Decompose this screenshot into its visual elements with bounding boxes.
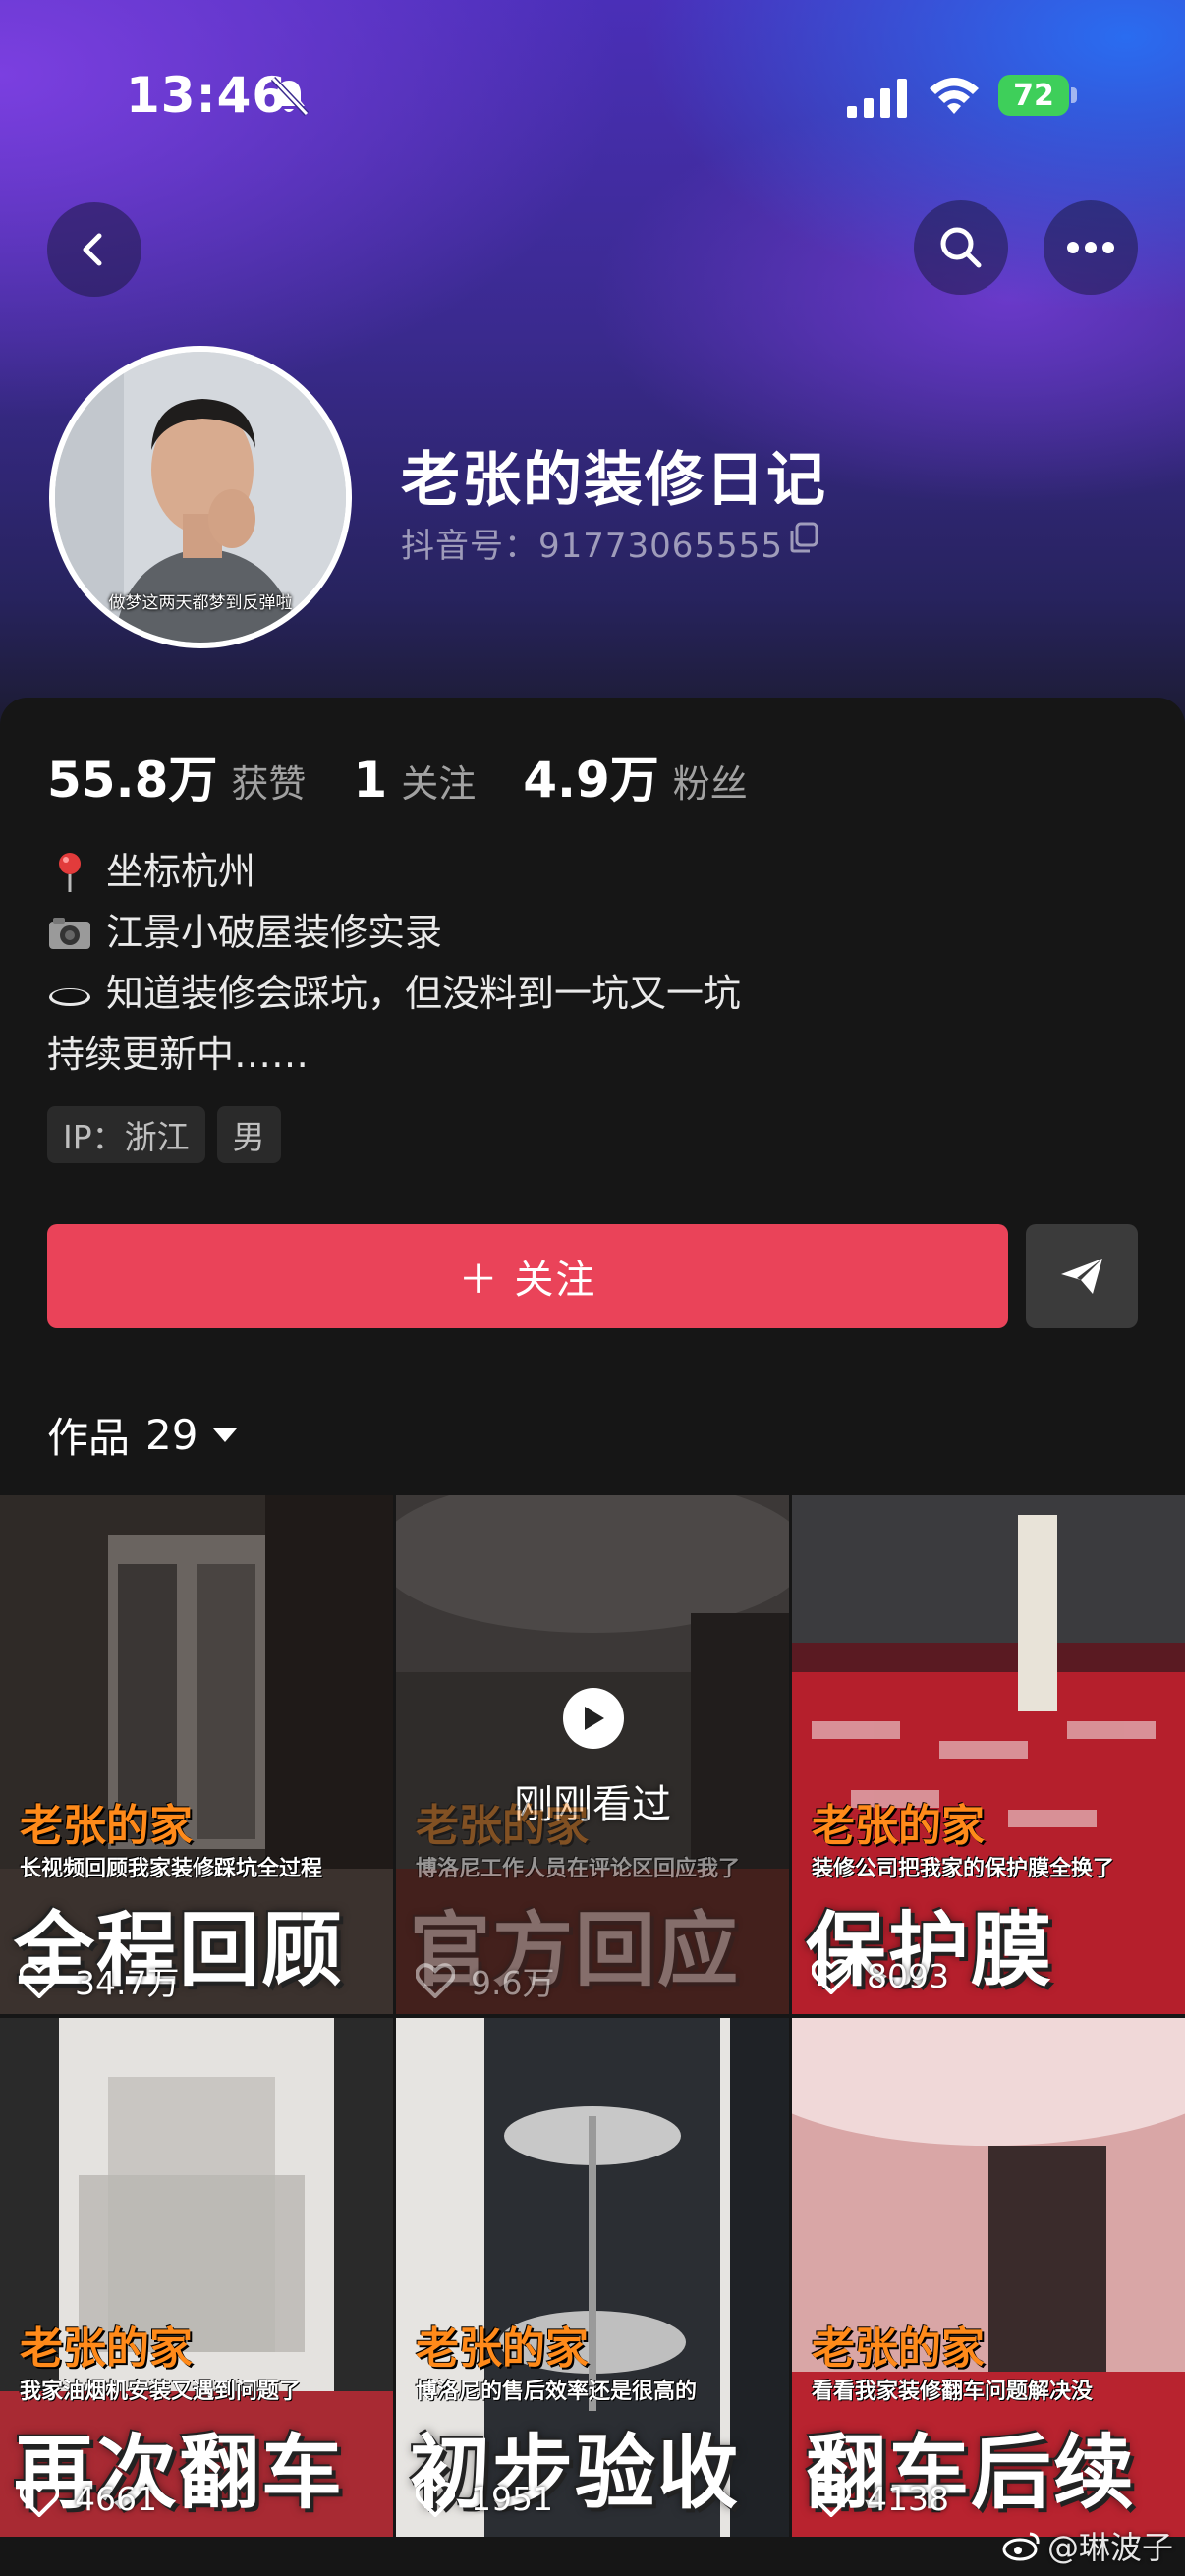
avatar[interactable]: 做梦这两天都梦到反弹啦 [49,346,352,648]
gender-tag: 男 [216,1106,281,1163]
video-likes-count: 4661 [75,2480,157,2518]
video-likes-count: 8093 [867,1957,949,1995]
video-likes: 4661 [20,2480,157,2518]
share-button[interactable] [1026,1224,1138,1328]
heart-icon [416,1963,455,1998]
following-label[interactable]: 关注 [401,754,476,808]
video-likes: 9.6万 [416,1957,554,2004]
works-count: 29 [145,1411,198,1459]
video-subtitle: 看看我家装修翻车问题解决没 [812,2380,1094,2404]
stats-row: 55.8万 获赞 1 关注 4.9万 粉丝 [47,741,795,810]
bio-line: 知道装修会踩坑，但没料到一坑又一坑 [47,963,1128,1024]
video-subtitle: 我家油烟机安装又遇到问题了 [20,2380,302,2404]
search-button[interactable] [914,200,1008,295]
video-likes: 34.7万 [20,1957,179,2004]
hole-icon [49,988,90,1006]
weibo-handle: @琳波子 [1047,2529,1174,2566]
ip-tag: IP：浙江 [47,1106,205,1163]
heart-icon [20,2481,59,2517]
video-thumbnail[interactable]: 老张的家 博洛尼的售后效率还是很高的 初步验收 1951 [396,2018,789,2537]
status-time: 13:46 [126,67,288,124]
likes-label: 获赞 [231,762,307,806]
video-subtitle: 装修公司把我家的保护膜全换了 [812,1857,1115,1881]
video-likes: 4138 [812,2480,949,2518]
wifi-icon [930,78,979,114]
video-thumbnail[interactable]: 老张的家 看看我家装修翻车问题解决没 翻车后续 4138 [792,2018,1185,2537]
video-watermark: 老张的家 [416,2324,589,2374]
likes-count: 55.8万 [47,752,218,809]
back-button[interactable] [47,202,141,297]
weibo-watermark: @琳波子 [1002,2523,1173,2568]
douyin-id: 抖音号：91773065555 [401,527,783,566]
heart-icon [812,1958,851,1994]
works-label: 作品 [47,1414,131,1462]
heart-icon [812,2481,851,2517]
profile-tags: IP：浙江 男 [47,1106,293,1163]
bio-text: 江景小破屋装修实录 [106,911,443,954]
video-thumbnail[interactable]: 刚刚看过 老张的家 博洛尼工作人员在评论区回应我了 官方回应 9.6万 [396,1495,789,2014]
video-watermark: 老张的家 [416,1801,589,1851]
battery-level: 72 [998,75,1069,116]
video-likes-count: 1951 [471,2480,553,2518]
video-likes: 1951 [416,2480,553,2518]
video-watermark: 老张的家 [812,1801,985,1851]
video-thumbnail[interactable]: 老张的家 我家油烟机安装又遇到问题了 再次翻车 4661 [0,2018,393,2537]
bio: 坐标杭州 江景小破屋装修实录 知道装修会踩坑，但没料到一坑又一坑 持续更新中…… [47,841,1128,1085]
caret-down-icon [213,1428,238,1442]
video-subtitle: 长视频回顾我家装修踩坑全过程 [20,1857,323,1881]
copy-icon[interactable] [788,521,819,554]
video-likes-count: 9.6万 [471,1964,555,2002]
works-tab[interactable]: 作品 29 [47,1405,238,1465]
bell-off-icon [270,76,310,117]
avatar-caption: 做梦这两天都梦到反弹啦 [108,593,293,613]
video-thumbnail[interactable]: 老张的家 长视频回顾我家装修踩坑全过程 全程回顾 34.7万 [0,1495,393,2014]
bio-line: 江景小破屋装修实录 [47,902,1128,963]
camera-icon [49,918,90,949]
video-likes-count: 4138 [867,2480,949,2518]
more-icon [1067,242,1114,253]
send-icon [1061,1259,1102,1294]
status-bar: 13:46 72 [0,59,1185,138]
bio-text: 知道装修会踩坑，但没料到一坑又一坑 [106,972,742,1015]
video-watermark: 老张的家 [812,2324,985,2374]
search-icon [940,227,982,268]
video-likes-count: 34.7万 [75,1964,180,2002]
follow-button[interactable]: ＋ 关注 [47,1224,1008,1328]
weibo-icon [1002,2532,1040,2561]
bio-line: 持续更新中…… [47,1024,1128,1085]
video-thumbnail[interactable]: 老张的家 装修公司把我家的保护膜全换了 保护膜 8093 [792,1495,1185,2014]
play-icon [563,1688,624,1749]
video-watermark: 老张的家 [20,1801,193,1851]
video-watermark: 老张的家 [20,2324,193,2374]
profile-page: 13:46 72 做梦这两天都梦到反弹啦 老张的装修日记 抖音号：9177306… [0,0,1185,2576]
followers-count[interactable]: 4.9万 [523,741,659,812]
bio-text: 坐标杭州 [106,850,256,893]
chevron-left-icon [83,233,102,266]
pin-icon [59,853,81,892]
bio-line: 坐标杭州 [47,841,1128,902]
followers-label[interactable]: 粉丝 [673,754,748,808]
more-button[interactable] [1044,200,1138,295]
profile-name: 老张的装修日记 [401,446,827,515]
following-count[interactable]: 1 [353,752,387,809]
video-subtitle: 博洛尼工作人员在评论区回应我了 [416,1857,741,1881]
heart-icon [416,2481,455,2517]
video-likes: 8093 [812,1957,949,1995]
bio-text: 持续更新中…… [47,1033,310,1076]
video-subtitle: 博洛尼的售后效率还是很高的 [416,2380,698,2404]
battery-cap [1071,87,1077,103]
signal-icon [847,79,907,118]
heart-icon [20,1963,59,1998]
battery-indicator: 72 [998,75,1077,116]
